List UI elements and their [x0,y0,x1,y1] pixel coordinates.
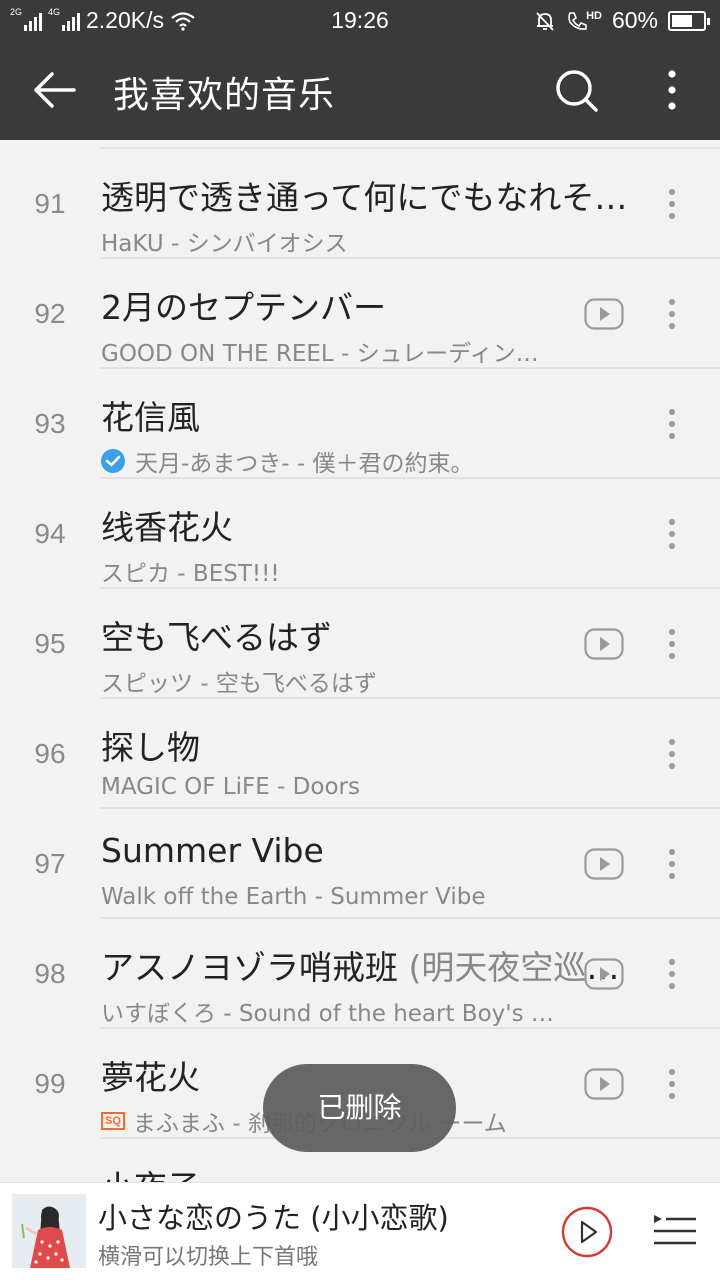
mv-button[interactable] [584,628,624,660]
back-arrow-icon [34,72,76,108]
sq-quality-badge: SQ [101,1112,125,1130]
video-play-icon [584,1068,624,1100]
song-index: 94 [34,518,66,549]
search-icon [556,70,598,112]
song-title: 2月のセプテンバー [101,288,386,327]
song-row[interactable]: 97 Summer Vibe Walk off the Earth - Summ… [0,809,720,919]
more-vertical-icon [669,959,675,989]
more-vertical-icon [669,299,675,329]
now-playing-hint: 横滑可以切换上下首哦 [98,1245,319,1270]
verified-check-icon [101,449,125,473]
more-vertical-icon [669,849,675,879]
playlist-icon [654,1215,696,1245]
song-more-button[interactable] [656,514,688,554]
song-title: 花信風 [101,398,200,437]
song-more-button[interactable] [656,954,688,994]
song-index: 99 [34,1068,66,1099]
song-subtitle: MAGIC OF LiFE - Doors [101,774,360,800]
song-index: 95 [34,628,66,659]
song-subtitle: GOOD ON THE REEL - シュレーディンガーの猫 [101,341,561,367]
song-more-button[interactable] [656,404,688,444]
toast-message: 已删除 [263,1064,456,1152]
more-vertical-icon [669,519,675,549]
more-vertical-icon [669,189,675,219]
song-title: 线香花火 [101,508,233,547]
song-title: 小夜子 [101,1161,200,1182]
song-row[interactable]: 95 空も飞べるはず スピッツ - 空も飞べるはず [0,589,720,699]
overflow-menu-button[interactable] [648,62,696,118]
more-vertical-icon [668,70,676,110]
more-vertical-icon [669,409,675,439]
song-index: 93 [34,408,66,439]
play-icon [561,1206,613,1258]
song-subtitle: Walk off the Earth - Summer Vibe [101,884,486,910]
song-title: 夢花火 [101,1058,200,1097]
battery-percent: 60% [611,7,658,33]
song-subtitle: スピッツ - 空も飞べるはず [101,671,377,697]
song-row[interactable]: 93 花信風 天月-あまつき- - 僕＋君の約束。 [0,369,720,479]
song-more-button[interactable] [656,734,688,774]
song-row[interactable]: 98 アスノヨゾラ哨戒班 (明天夜空巡逻班) いすぼくろ - Sound of … [0,919,720,1029]
song-more-button[interactable] [656,624,688,664]
album-cover[interactable] [12,1194,86,1268]
mv-button[interactable] [584,298,624,330]
song-row[interactable]: 91 透明で透き通って何にでもなれそうで HaKU - シンバイオシス [0,149,720,259]
song-index: 96 [34,738,66,769]
song-subtitle: HaKU - シンバイオシス [101,231,348,257]
status-bar: 2G 4G 2.20K/s 19:26 HD 60% [0,0,720,40]
back-button[interactable] [28,66,84,114]
mini-player[interactable]: 小さな恋のうた (小小恋歌) 横滑可以切换上下首哦 [0,1182,720,1280]
more-vertical-icon [669,1069,675,1099]
play-button[interactable] [560,1205,614,1259]
search-button[interactable] [548,62,604,118]
more-vertical-icon [669,629,675,659]
song-subtitle: スピカ - BEST!!! [101,561,280,587]
playlist-button[interactable] [652,1211,698,1251]
now-playing-title: 小さな恋のうた (小小恋歌) [98,1201,449,1235]
song-title: Summer Vibe [101,831,324,870]
song-row[interactable]: 94 线香花火 スピカ - BEST!!! [0,479,720,589]
song-title: アスノヨゾラ哨戒班 (明天夜空巡逻班) [101,948,633,987]
mv-button[interactable] [584,848,624,880]
mv-button[interactable] [584,1068,624,1100]
song-subtitle: 天月-あまつき- - 僕＋君の約束。 [101,444,474,478]
song-list[interactable]: 91 透明で透き通って何にでもなれそうで HaKU - シンバイオシス 92 2… [0,140,720,1182]
mute-bell-icon [536,11,554,31]
video-play-icon [584,848,624,880]
battery-icon [668,10,710,31]
video-play-icon [584,298,624,330]
song-index: 91 [34,188,66,219]
more-vertical-icon [669,739,675,769]
song-more-button[interactable] [656,844,688,884]
song-more-button[interactable] [656,184,688,224]
hd-call-icon: HD [566,10,602,32]
album-art-image [12,1194,86,1268]
app-bar: 我喜欢的音乐 [0,40,720,140]
song-more-button[interactable] [656,1064,688,1104]
song-subtitle: いすぼくろ - Sound of the heart Boy's Side [101,1001,561,1027]
song-row[interactable]: 96 探し物 MAGIC OF LiFE - Doors [0,699,720,809]
song-index: 98 [34,958,66,989]
song-row[interactable]: 92 2月のセプテンバー GOOD ON THE REEL - シュレーディンガ… [0,259,720,369]
page-title: 我喜欢的音乐 [113,75,336,116]
song-index: 97 [34,848,66,879]
song-index: 92 [34,298,66,329]
song-title: 透明で透き通って何にでもなれそうで [101,178,633,217]
song-more-button[interactable] [656,294,688,334]
video-play-icon [584,958,624,990]
song-index [0,1139,100,1182]
mv-button[interactable] [584,958,624,990]
song-title: 探し物 [101,728,200,767]
song-title: 空も飞べるはず [101,618,332,657]
video-play-icon [584,628,624,660]
